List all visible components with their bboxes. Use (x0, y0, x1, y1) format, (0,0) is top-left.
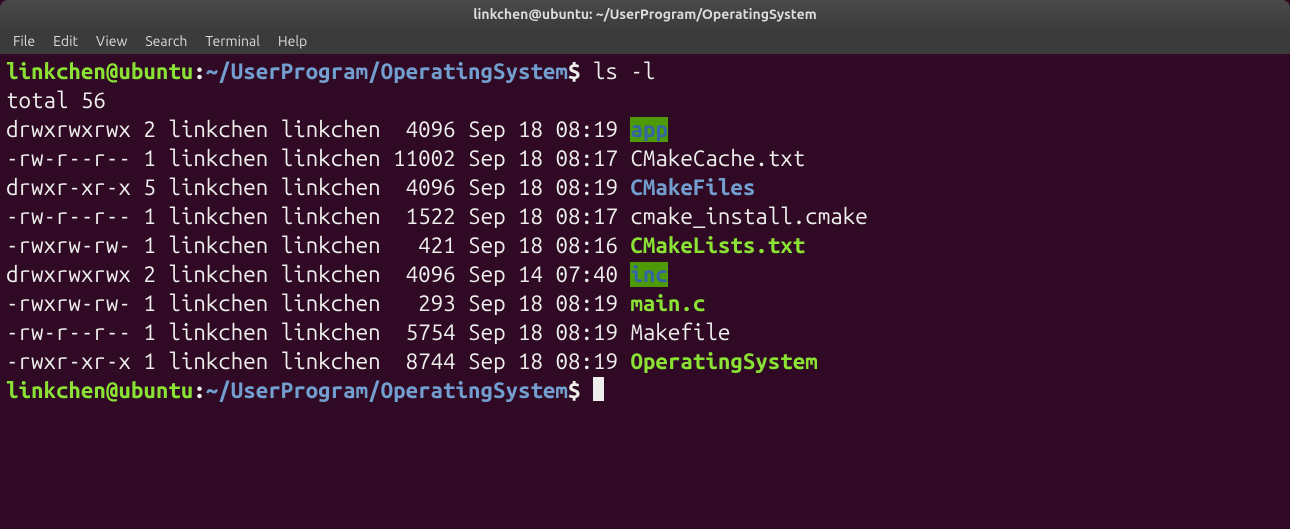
menu-help[interactable]: Help (269, 30, 316, 52)
file-name: inc (630, 262, 667, 287)
listing-row: -rw-r--r-- 1 linkchen linkchen 1522 Sep … (6, 203, 1284, 232)
file-name: Makefile (630, 320, 730, 345)
file-name: cmake_install.cmake (630, 204, 867, 229)
file-name: app (630, 117, 667, 142)
prompt-line-1: linkchen@ubuntu:~/UserProgram/OperatingS… (6, 58, 1284, 87)
cursor-block (593, 377, 604, 401)
command: ls -l (593, 59, 655, 84)
prompt-sep: : (193, 59, 206, 84)
listing-row: drwxrwxrwx 2 linkchen linkchen 4096 Sep … (6, 116, 1284, 145)
prompt-user: linkchen@ubuntu (6, 59, 193, 84)
prompt-sign: $ (568, 59, 581, 84)
file-name: CMakeLists.txt (630, 233, 805, 258)
listing-row: -rwxrw-rw- 1 linkchen linkchen 293 Sep 1… (6, 290, 1284, 319)
menu-edit[interactable]: Edit (44, 30, 87, 52)
prompt-line-2: linkchen@ubuntu:~/UserProgram/OperatingS… (6, 377, 1284, 406)
menu-view[interactable]: View (87, 30, 136, 52)
prompt-path: ~/UserProgram/OperatingSystem (206, 59, 568, 84)
prompt-user: linkchen@ubuntu (6, 378, 193, 403)
prompt-sep: : (193, 378, 206, 403)
prompt-path: ~/UserProgram/OperatingSystem (206, 378, 568, 403)
file-name: CMakeFiles (630, 175, 755, 200)
listing-row: -rwxr-xr-x 1 linkchen linkchen 8744 Sep … (6, 348, 1284, 377)
terminal-output[interactable]: linkchen@ubuntu:~/UserProgram/OperatingS… (0, 54, 1290, 410)
listing-row: -rw-r--r-- 1 linkchen linkchen 11002 Sep… (6, 145, 1284, 174)
menu-search[interactable]: Search (136, 30, 196, 52)
prompt-sign: $ (568, 378, 581, 403)
menu-bar: File Edit View Search Terminal Help (0, 28, 1290, 54)
file-name: OperatingSystem (630, 349, 817, 374)
file-name: CMakeCache.txt (630, 146, 805, 171)
file-name: main.c (630, 291, 705, 316)
menu-terminal[interactable]: Terminal (196, 30, 269, 52)
menu-file[interactable]: File (4, 30, 44, 52)
window-title: linkchen@ubuntu: ~/UserProgram/Operating… (473, 6, 816, 22)
listing-row: -rwxrw-rw- 1 linkchen linkchen 421 Sep 1… (6, 232, 1284, 261)
listing-row: drwxrwxrwx 2 linkchen linkchen 4096 Sep … (6, 261, 1284, 290)
total-line: total 56 (6, 87, 1284, 116)
window-title-bar: linkchen@ubuntu: ~/UserProgram/Operating… (0, 0, 1290, 28)
listing-row: -rw-r--r-- 1 linkchen linkchen 5754 Sep … (6, 319, 1284, 348)
listing-row: drwxr-xr-x 5 linkchen linkchen 4096 Sep … (6, 174, 1284, 203)
